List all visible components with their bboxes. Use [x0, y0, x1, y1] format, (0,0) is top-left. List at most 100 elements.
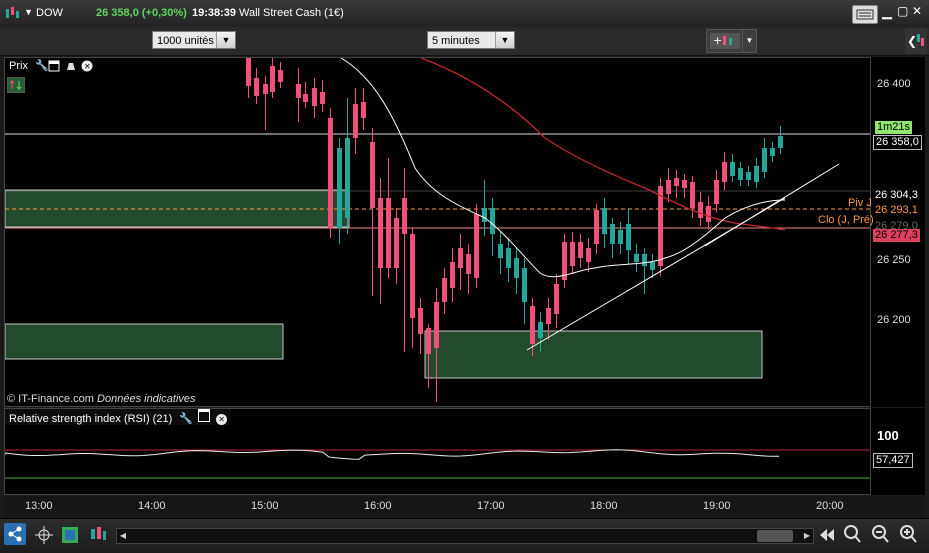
- price-change: 26 358,0 (+0,30%): [96, 7, 187, 19]
- rsi-value-tag: 57,427: [873, 453, 913, 468]
- pivot-label: Piv J: [848, 197, 872, 209]
- candle-body: [482, 208, 487, 222]
- y-tick: 26 400: [877, 78, 911, 90]
- candle-body: [602, 208, 607, 234]
- candle-body: [650, 262, 655, 270]
- scale-toggle-button[interactable]: [7, 77, 25, 93]
- indicators-icon: +: [710, 33, 740, 49]
- chevron-down-icon: ▼: [216, 32, 235, 48]
- x-tick: 18:00: [590, 500, 618, 512]
- price-axis[interactable]: 26 400 26 250 26 200 1m21s 26 358,0 26 3…: [871, 57, 925, 407]
- candle-body: [706, 206, 711, 222]
- candle-body: [450, 262, 455, 288]
- zoom-fit-icon[interactable]: [842, 523, 862, 545]
- disclaimer-text: Données indicatives: [97, 393, 196, 405]
- candle-body: [514, 258, 519, 278]
- indicators-dropdown[interactable]: ▼: [742, 29, 757, 53]
- maximize-panel-icon[interactable]: [198, 409, 211, 422]
- candle-body: [337, 148, 342, 228]
- candle-body: [263, 84, 268, 94]
- candle-body: [698, 202, 703, 218]
- candle-body: [418, 308, 423, 334]
- copyright-note: © IT-Finance.com Données indicatives: [7, 393, 195, 405]
- interval-select[interactable]: 5 minutes ▼: [427, 31, 515, 49]
- x-tick: 16:00: [364, 500, 392, 512]
- candle-body: [442, 278, 447, 302]
- candle-body: [394, 218, 399, 268]
- candle-body: [770, 148, 775, 156]
- candle-body: [320, 92, 325, 104]
- side-tools-icon: ❮: [907, 34, 924, 48]
- candle-body: [353, 104, 358, 138]
- chart-type-icon[interactable]: [60, 525, 80, 545]
- interval-value: 5 minutes: [432, 35, 480, 47]
- support-zone: [424, 330, 763, 379]
- keyboard-icon[interactable]: [852, 5, 878, 24]
- candle-body: [345, 138, 350, 218]
- candle-body: [762, 148, 767, 172]
- horizontal-scrollbar[interactable]: ◀ ▶: [116, 528, 814, 544]
- candle-body: [474, 214, 479, 278]
- symbol-label[interactable]: DOW: [36, 7, 63, 19]
- candle-body: [490, 208, 495, 234]
- rsi-line: [5, 449, 779, 460]
- share-button[interactable]: [4, 523, 26, 545]
- candle-body: [714, 180, 719, 204]
- scroll-thumb[interactable]: [757, 530, 793, 542]
- scroll-left-icon[interactable]: ◀: [117, 529, 129, 543]
- y-tick: 26 200: [877, 314, 911, 326]
- candle-body: [722, 162, 727, 182]
- zoom-out-icon[interactable]: [870, 523, 890, 545]
- candle-body: [746, 172, 751, 180]
- candle-body: [594, 210, 599, 244]
- bottom-toolbar: ◀ ▶: [0, 518, 929, 553]
- candle-body: [410, 234, 415, 318]
- countdown-tag: 1m21s: [875, 121, 913, 134]
- bell-icon[interactable]: [67, 63, 75, 70]
- scroll-end-icon[interactable]: [817, 525, 837, 545]
- units-select[interactable]: 1000 unités ▼: [152, 31, 236, 49]
- arrows-icon: [9, 79, 22, 91]
- candle-body: [361, 102, 366, 118]
- rsi-panel-header: Relative strength index (RSI) (21) 🔧 ✕: [5, 409, 232, 425]
- clock: 19:38:39: [192, 7, 237, 19]
- rsi-top-tick: 100: [877, 428, 899, 443]
- candle-body: [666, 180, 671, 194]
- title-bar: ▼ DOW 26 358,0 (+0,30%) 19:38:39 Wall St…: [0, 0, 929, 28]
- candle-body: [730, 162, 735, 176]
- price-chart[interactable]: Prix 🔧 ✕ © IT-Finance.com Données indica…: [4, 57, 871, 407]
- wrench-icon[interactable]: 🔧: [179, 413, 193, 425]
- candle-body: [246, 58, 251, 86]
- zoom-in-icon[interactable]: [898, 523, 918, 545]
- sidebar-toggle-button[interactable]: ❮: [905, 28, 927, 54]
- x-tick: 17:00: [477, 500, 505, 512]
- candle-body: [570, 242, 575, 266]
- maximize-icon[interactable]: ▢: [897, 4, 908, 18]
- slow-moving-average: [420, 58, 786, 231]
- y-tick: 26 250: [877, 254, 911, 266]
- scroll-right-icon[interactable]: ▶: [801, 529, 813, 543]
- time-axis[interactable]: 13:00 14:00 15:00 16:00 17:00 18:00 19:0…: [4, 496, 925, 516]
- candle-body: [370, 142, 375, 208]
- candle-body: [303, 94, 308, 102]
- close-icon[interactable]: ✕: [912, 4, 922, 18]
- rsi-panel[interactable]: Relative strength index (RSI) (21) 🔧 ✕: [4, 408, 871, 495]
- svg-text:❮: ❮: [907, 34, 917, 48]
- candle-body: [522, 268, 527, 302]
- close-panel-icon[interactable]: ✕: [216, 414, 228, 425]
- symbol-dropdown-icon[interactable]: ▼: [24, 7, 33, 17]
- indicators-button[interactable]: +: [706, 29, 744, 53]
- candle-body: [738, 168, 743, 180]
- low-tag: 26 277,3: [873, 229, 920, 242]
- candles-icon[interactable]: [88, 525, 108, 545]
- svg-text:✕: ✕: [84, 62, 91, 71]
- price-plot[interactable]: [5, 58, 870, 406]
- crosshair-icon[interactable]: [34, 525, 54, 545]
- copyright-text: © IT-Finance.com: [7, 393, 94, 405]
- pivot-tag: 26 293,1: [873, 204, 920, 217]
- last-price-tag: 26 358,0: [873, 135, 922, 150]
- candle-body: [296, 84, 301, 98]
- candle-body: [506, 248, 511, 268]
- minimize-icon[interactable]: ▁: [882, 4, 892, 20]
- candle-body: [378, 198, 383, 268]
